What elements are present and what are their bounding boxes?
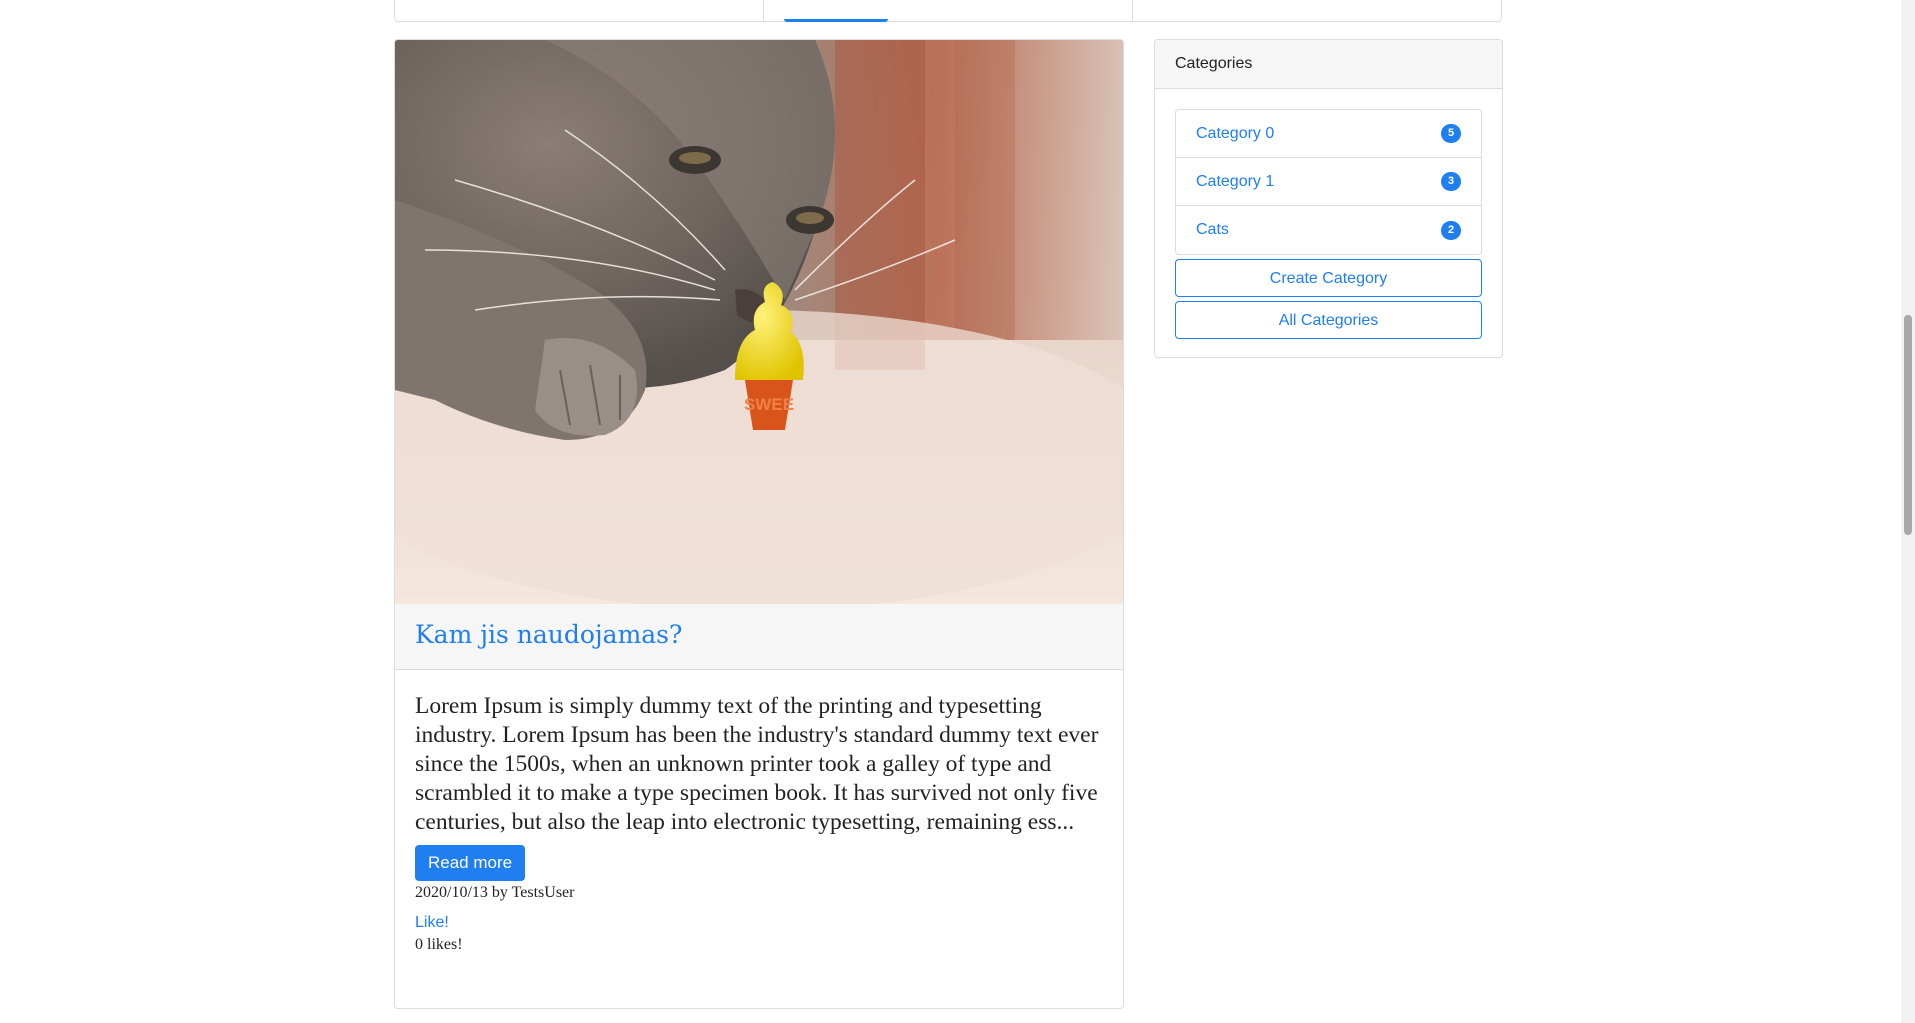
- category-count-badge: 3: [1441, 172, 1461, 191]
- category-name[interactable]: Category 1: [1196, 173, 1274, 191]
- category-count-badge: 5: [1441, 124, 1461, 143]
- scrollbar-thumb[interactable]: [1904, 315, 1912, 535]
- category-name[interactable]: Category 0: [1196, 125, 1274, 143]
- post-title-link[interactable]: Kam jis naudojamas?: [415, 620, 682, 649]
- category-count-badge: 2: [1441, 220, 1461, 240]
- top-card-cell: [395, 0, 764, 21]
- post-image: SWEE: [395, 40, 1123, 604]
- like-link[interactable]: Like!: [415, 914, 1103, 932]
- category-item-1[interactable]: Category 1 3: [1176, 158, 1481, 206]
- top-card-remnant: [394, 0, 1502, 22]
- create-category-button[interactable]: Create Category: [1175, 259, 1482, 297]
- category-list: Category 0 5 Category 1 3 Cats 2: [1175, 109, 1482, 255]
- category-item-cats[interactable]: Cats 2: [1176, 206, 1481, 254]
- categories-body: Category 0 5 Category 1 3 Cats 2 Create …: [1155, 89, 1502, 339]
- top-card-cell: [764, 0, 1133, 22]
- top-card-button-edge[interactable]: [784, 19, 888, 22]
- post-excerpt: Lorem Ipsum is simply dummy text of the …: [415, 693, 1099, 835]
- post-body: Lorem Ipsum is simply dummy text of the …: [395, 670, 1123, 954]
- read-more-button[interactable]: Read more: [415, 845, 526, 881]
- cat-photo: SWEE: [395, 40, 1123, 604]
- all-categories-button[interactable]: All Categories: [1175, 301, 1482, 339]
- top-card-cell: [1133, 0, 1501, 21]
- scrollbar[interactable]: [1901, 0, 1915, 1023]
- categories-header: Categories: [1155, 40, 1502, 89]
- post-header: Kam jis naudojamas?: [395, 604, 1123, 670]
- category-item-0[interactable]: Category 0 5: [1176, 110, 1481, 158]
- likes-count: 0 likes!: [415, 936, 463, 953]
- post-card: SWEE Kam jis naudojamas? Lorem Ipsum is …: [394, 39, 1124, 1009]
- page: SWEE Kam jis naudojamas? Lorem Ipsum is …: [0, 0, 1915, 1023]
- category-name[interactable]: Cats: [1196, 221, 1229, 239]
- categories-card: Categories Category 0 5 Category 1 3 Cat…: [1154, 39, 1503, 358]
- toy-label: SWEE: [744, 395, 794, 414]
- post-meta: 2020/10/13 by TestsUser: [415, 884, 575, 901]
